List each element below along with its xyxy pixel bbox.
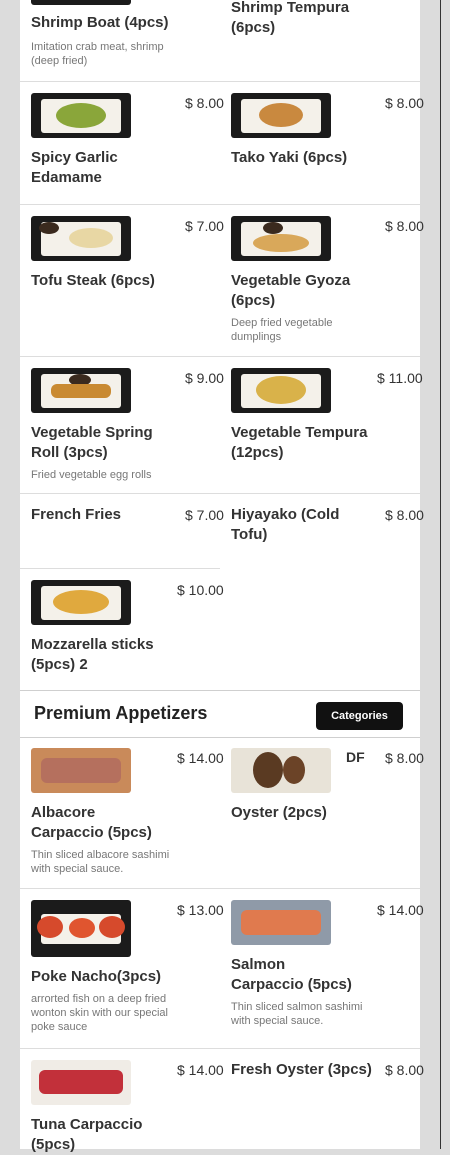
menu-item-hiyayako[interactable]: $ 8.00 Hiyayako (Cold Tofu) <box>231 505 424 565</box>
menu-item-tako-yaki[interactable]: $ 8.00 Tako Yaki (6pcs) <box>231 93 424 203</box>
spring-roll-photo <box>31 368 131 413</box>
menu-item-salmon-carpaccio[interactable]: $ 14.00 Salmon Carpaccio (5pcs) Thin sli… <box>231 900 424 1045</box>
dietary-badge: DF <box>346 749 365 765</box>
item-name: Vegetable Spring Roll (3pcs) <box>31 424 153 461</box>
section-title: Premium Appetizers <box>34 703 208 723</box>
item-name: Tofu Steak (6pcs) <box>31 272 155 289</box>
menu-item-tofu-steak[interactable]: $ 7.00 Tofu Steak (6pcs) <box>31 216 224 346</box>
item-name: Albacore Carpaccio (5pcs) <box>31 804 152 841</box>
item-price: $ 14.00 <box>177 1062 224 1078</box>
item-name: Poke Nacho(3pcs) <box>31 968 162 985</box>
item-name: Tuna Carpaccio (5pcs) <box>31 1116 143 1153</box>
item-name: Tako Yaki (6pcs) <box>231 149 348 166</box>
menu-item-poke-nacho[interactable]: $ 13.00 Poke Nacho(3pcs) arrorted fish o… <box>31 900 224 1045</box>
menu-item-vegetable-gyoza[interactable]: $ 8.00 Vegetable Gyoza (6pcs) Deep fried… <box>231 216 424 346</box>
item-name: French Fries <box>31 506 122 523</box>
row-divider <box>20 1048 420 1049</box>
tuna-carpaccio-photo <box>31 1060 131 1105</box>
row-divider <box>20 568 220 569</box>
item-price: $ 14.00 <box>177 750 224 766</box>
albacore-photo <box>31 748 131 793</box>
menu-item-french-fries[interactable]: $ 7.00 French Fries <box>31 505 224 565</box>
item-name: Shrimp Boat (4pcs) <box>31 14 169 31</box>
menu-item-albacore-carpaccio[interactable]: $ 14.00 Albacore Carpaccio (5pcs) Thin s… <box>31 748 224 878</box>
window-edge <box>440 0 441 1149</box>
shrimp-boat-photo <box>31 0 131 5</box>
menu-item-mozzarella-sticks[interactable]: $ 10.00 Mozzarella sticks (5pcs) 2 <box>31 580 224 680</box>
item-name: Salmon Carpaccio (5pcs) <box>231 956 352 993</box>
menu-item-spicy-garlic-edamame[interactable]: $ 8.00 Spicy Garlic Edamame <box>31 93 224 203</box>
item-name: Oyster (2pcs) <box>231 804 327 821</box>
item-price: $ 9.00 <box>185 370 224 386</box>
item-price: $ 8.00 <box>385 1062 424 1078</box>
menu-item-vegetable-spring-roll[interactable]: $ 9.00 Vegetable Spring Roll (3pcs) Frie… <box>31 368 224 488</box>
item-price: $ 8.00 <box>385 507 424 523</box>
item-description: Fried vegetable egg rolls <box>31 469 152 481</box>
tako-yaki-photo <box>231 93 331 138</box>
row-divider <box>20 81 420 82</box>
row-divider <box>20 493 420 494</box>
row-divider <box>20 888 420 889</box>
section-header: Premium Appetizers Categories <box>20 691 420 737</box>
item-name: Shrimp Tempura (6pcs) <box>231 0 350 36</box>
item-price: $ 7.00 <box>185 218 224 234</box>
vegetable-tempura-photo <box>231 368 331 413</box>
item-name: Vegetable Tempura (12pcs) <box>231 424 368 461</box>
item-price: $ 8.00 <box>385 218 424 234</box>
item-description: Deep fried vegetable dumplings <box>231 317 333 343</box>
item-description: Imitation crab meat, shrimp (deep fried) <box>31 41 164 67</box>
item-name: Vegetable Gyoza (6pcs) <box>231 272 351 309</box>
item-price: $ 8.00 <box>185 95 224 111</box>
item-price: $ 10.00 <box>177 582 224 598</box>
item-name: Fresh Oyster (3pcs) <box>231 1061 372 1078</box>
menu-item-oyster[interactable]: DF $ 8.00 Oyster (2pcs) <box>231 748 424 878</box>
row-divider <box>20 356 420 357</box>
section-divider <box>20 737 420 738</box>
item-price: $ 7.00 <box>185 507 224 523</box>
row-divider <box>20 204 420 205</box>
categories-button[interactable]: Categories <box>316 702 403 730</box>
edamame-photo <box>31 93 131 138</box>
item-price: $ 8.00 <box>385 750 424 766</box>
item-description: Thin sliced salmon sashimi with special … <box>231 1001 363 1027</box>
item-description: Thin sliced albacore sashimi with specia… <box>31 849 170 875</box>
gyoza-photo <box>231 216 331 261</box>
menu-item-fresh-oyster[interactable]: $ 8.00 Fresh Oyster (3pcs) <box>231 1060 424 1149</box>
tofu-steak-photo <box>31 216 131 261</box>
item-price: $ 8.00 <box>385 95 424 111</box>
salmon-carpaccio-photo <box>231 900 331 945</box>
item-price: $ 11.00 <box>377 370 423 386</box>
poke-nacho-photo <box>31 900 131 957</box>
item-name: Mozzarella sticks (5pcs) 2 <box>31 636 154 673</box>
menu-item-shrimp-boat[interactable]: Shrimp Boat (4pcs) Imitation crab meat, … <box>31 0 181 78</box>
menu-item-vegetable-tempura[interactable]: $ 11.00 Vegetable Tempura (12pcs) <box>231 368 423 488</box>
item-description: arrorted fish on a deep fried wonton ski… <box>31 993 168 1033</box>
menu-item-shrimp-tempura[interactable]: Shrimp Tempura (6pcs) <box>231 0 381 78</box>
item-price: $ 13.00 <box>177 902 224 918</box>
item-name: Spicy Garlic Edamame <box>31 149 118 186</box>
oyster-photo <box>231 748 331 793</box>
mozzarella-photo <box>31 580 131 625</box>
item-price: $ 14.00 <box>377 902 424 918</box>
menu-item-tuna-carpaccio[interactable]: $ 14.00 Tuna Carpaccio (5pcs) <box>31 1060 224 1153</box>
item-name: Hiyayako (Cold Tofu) <box>231 506 340 543</box>
